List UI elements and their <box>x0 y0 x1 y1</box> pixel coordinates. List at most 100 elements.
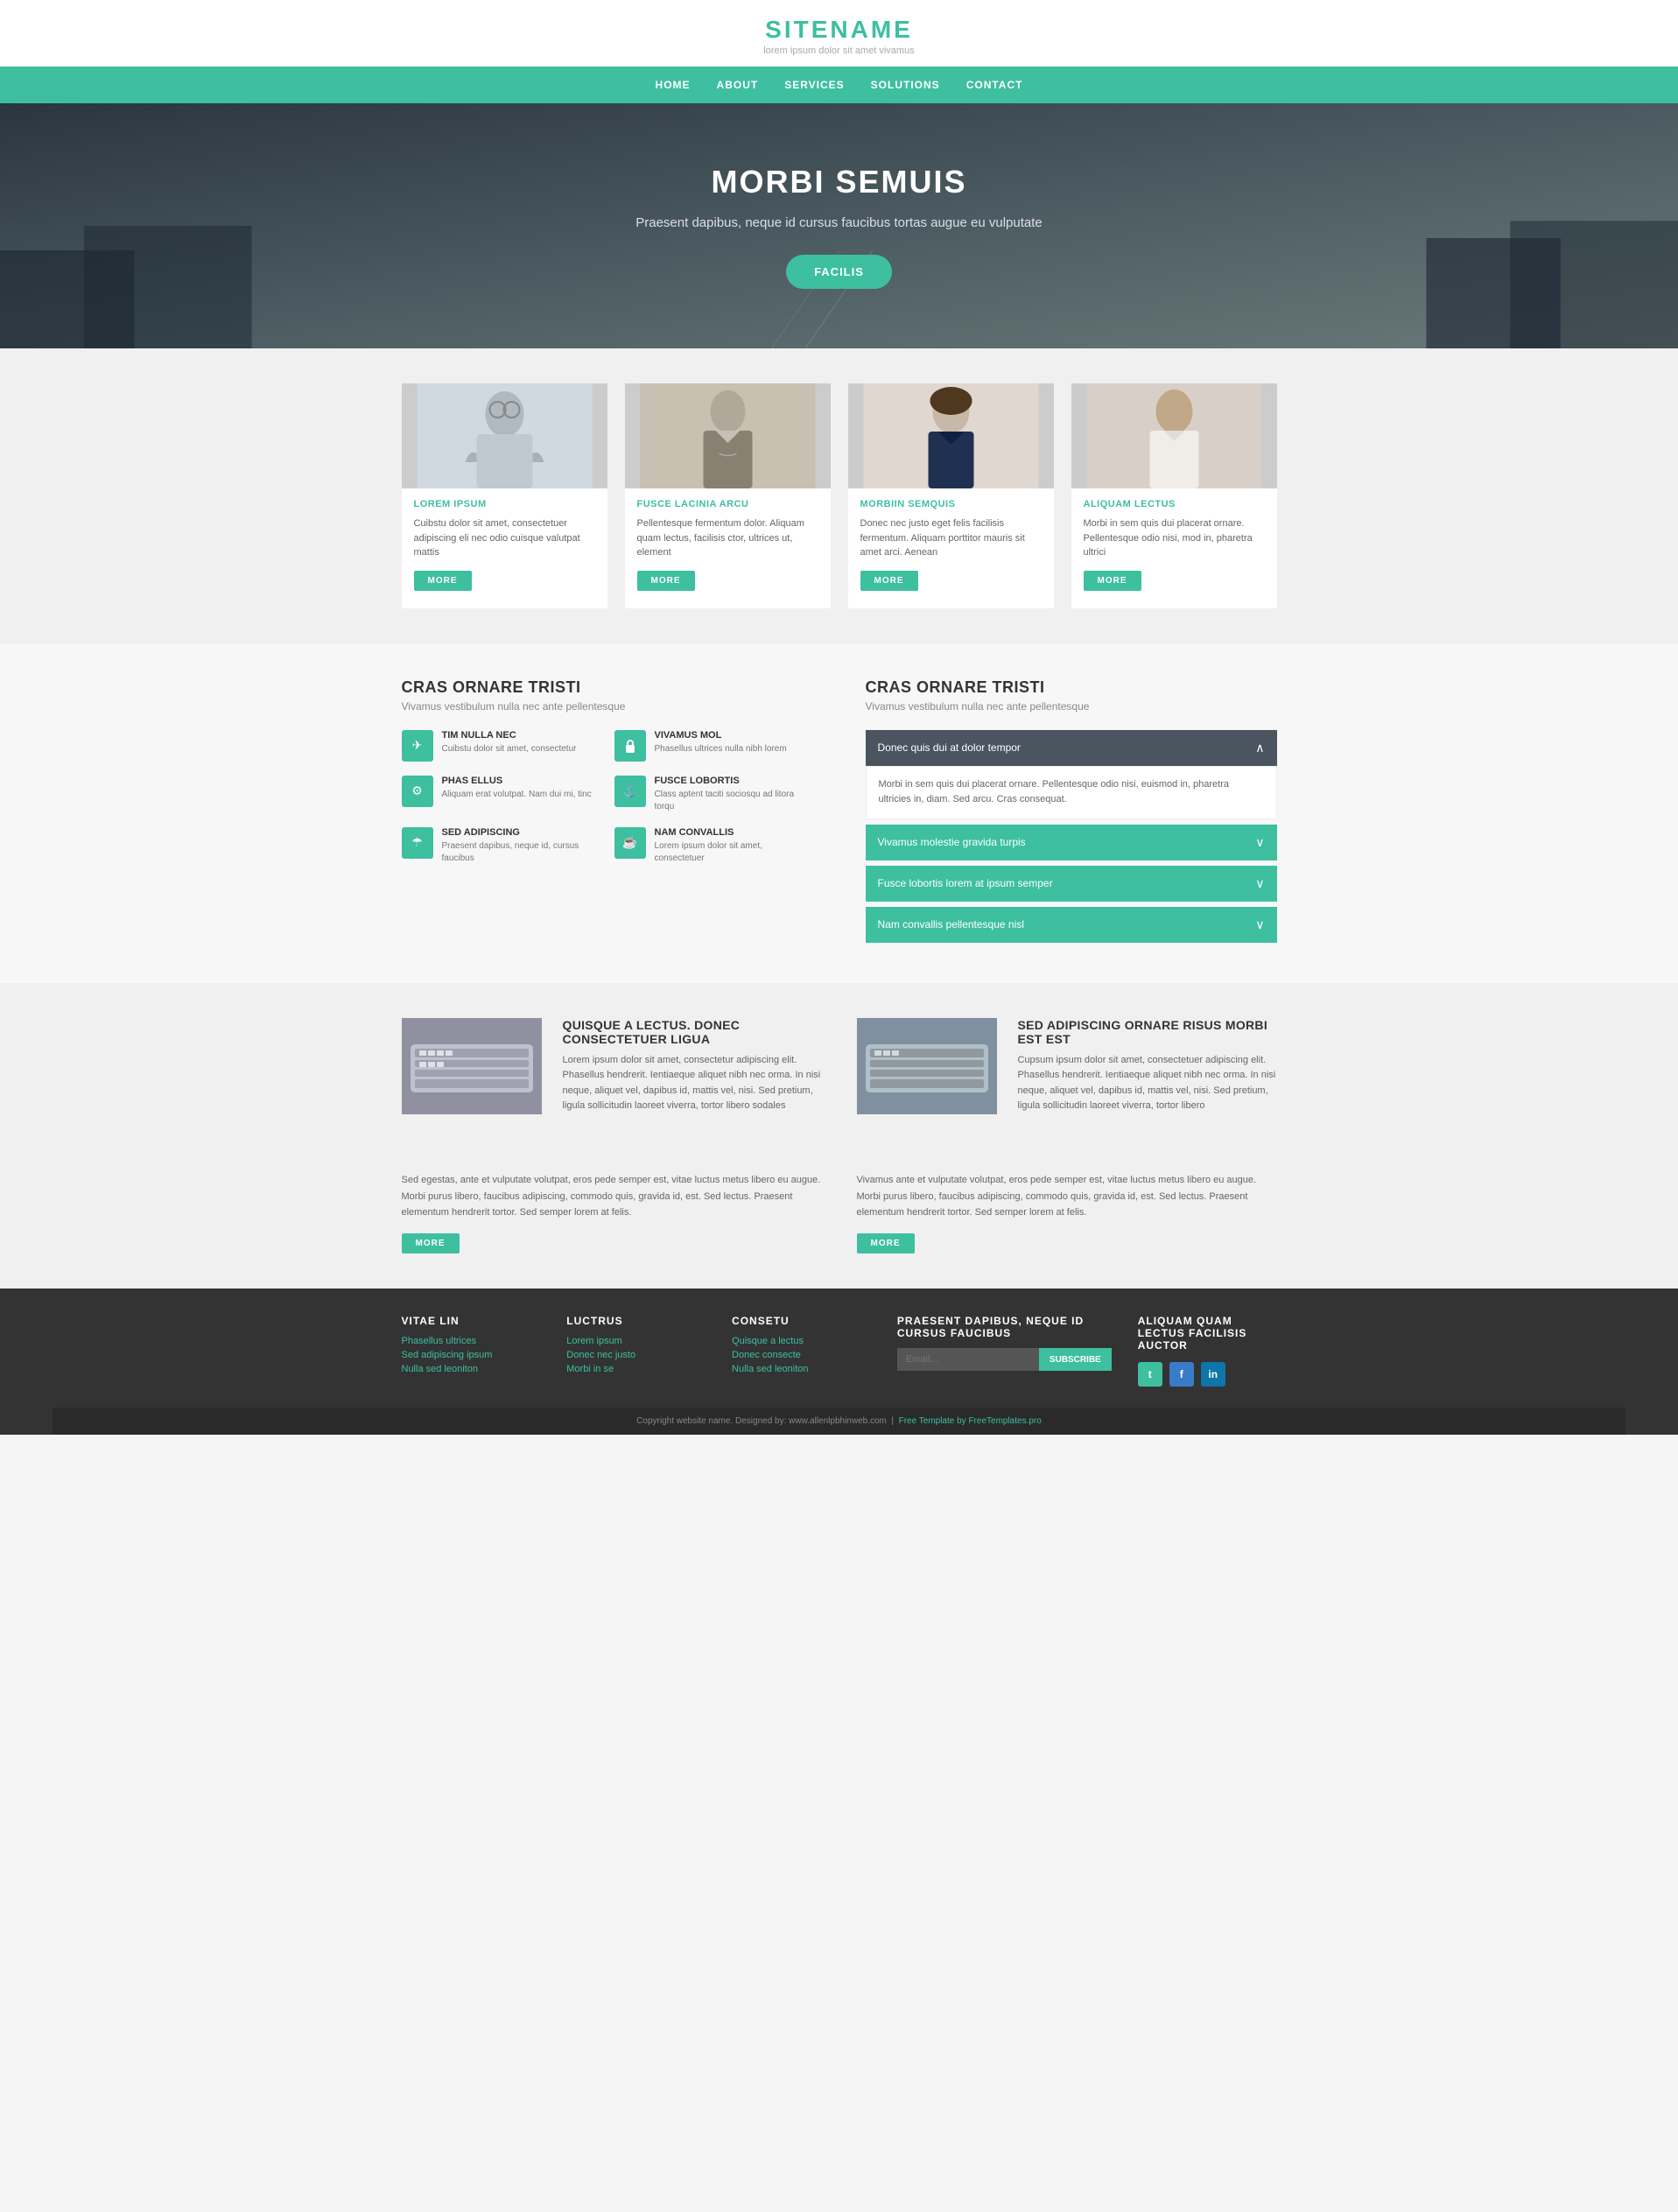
accordion-label-3: Fusce lobortis lorem at ipsum semper <box>878 877 1053 889</box>
linkedin-icon[interactable]: in <box>1201 1362 1225 1387</box>
footer-link-2-2[interactable]: Donec nec justo <box>566 1350 706 1360</box>
feature-text-4: FUSCE LOBORTIS Class aptent taciti socio… <box>655 776 813 813</box>
card-1: LOREM IPSUM Cuibstu dolor sit amet, cons… <box>402 383 607 608</box>
facebook-icon[interactable]: f <box>1169 1362 1194 1387</box>
card-text-4: Morbi in sem quis dui placerat ornare. P… <box>1084 516 1265 560</box>
card-more-btn-1[interactable]: MORE <box>414 571 472 591</box>
footer-col3-title: CONSETU <box>732 1315 871 1327</box>
feature-title-3: PHAS ELLUS <box>442 776 592 786</box>
feature-desc-3: Aliquam erat volutpat. Nam dui mi, tinc <box>442 789 592 801</box>
cards-section: LOREM IPSUM Cuibstu dolor sit amet, cons… <box>0 348 1678 643</box>
nav-about[interactable]: ABOUT <box>717 79 759 91</box>
card-2: FUSCE LACINIA ARCU Pellentesque fermentu… <box>625 383 831 608</box>
footer-inner: VITAE LIN Phasellus ultrices Sed adipisc… <box>402 1315 1277 1408</box>
body-text-left: Sed egestas, ante et vulputate volutpat,… <box>402 1172 822 1221</box>
nav-solutions[interactable]: SOLUTIONS <box>871 79 940 91</box>
footer-link-1-3[interactable]: Nulla sed leoniton <box>402 1364 541 1374</box>
content-desc-1: Lorem ipsum dolor sit amet, consectetur … <box>563 1053 822 1114</box>
footer-link-2-1[interactable]: Lorem ipsum <box>566 1336 706 1346</box>
footer-link-3-3[interactable]: Nulla sed leoniton <box>732 1364 871 1374</box>
chevron-down-icon-2: ∨ <box>1255 835 1264 850</box>
site-footer: VITAE LIN Phasellus ultrices Sed adipisc… <box>0 1289 1678 1435</box>
nav-home[interactable]: HOME <box>656 79 691 91</box>
footer-col-2: LUCTRUS Lorem ipsum Donec nec justo Morb… <box>566 1315 706 1387</box>
content-text-2: SED ADIPISCING ORNARE RISUS MORBI EST ES… <box>1018 1018 1277 1114</box>
accordion-header-3[interactable]: Fusce lobortis lorem at ipsum semper ∨ <box>866 866 1277 902</box>
feature-title-2: VIVAMUS MOL <box>655 730 787 741</box>
more-btn-right[interactable]: MORE <box>857 1233 915 1253</box>
card-more-btn-3[interactable]: MORE <box>860 571 918 591</box>
feature-icon-plane: ✈ <box>402 730 433 762</box>
feature-item-2: VIVAMUS MOL Phasellus ultrices nulla nib… <box>614 730 813 762</box>
copyright-text: Copyright website name. Designed by: www… <box>636 1416 887 1426</box>
footer-link-2-3[interactable]: Morbi in se <box>566 1364 706 1374</box>
card-title-4: ALIQUAM LECTUS <box>1084 499 1265 509</box>
main-nav: HOME ABOUT SERVICES SOLUTIONS CONTACT <box>0 67 1678 103</box>
features-right-heading: CRAS ORNARE TRISTI <box>866 678 1277 697</box>
content-text-1: QUISQUE A LECTUS. DONEC CONSECTETUER LIG… <box>563 1018 822 1114</box>
features-left-heading: CRAS ORNARE TRISTI <box>402 678 813 697</box>
footer-email-input[interactable] <box>897 1348 1039 1371</box>
footer-col-5: ALIQUAM QUAM LECTUS FACILISIS AUCTOR t f… <box>1138 1315 1277 1387</box>
cards-grid: LOREM IPSUM Cuibstu dolor sit amet, cons… <box>402 383 1277 608</box>
nav-contact[interactable]: CONTACT <box>966 79 1023 91</box>
more-btn-left[interactable]: MORE <box>402 1233 460 1253</box>
feature-text-6: NAM CONVALLIS Lorem ipsum dolor sit amet… <box>655 827 813 865</box>
feature-icon-lock <box>614 730 646 762</box>
card-body-4: ALIQUAM LECTUS Morbi in sem quis dui pla… <box>1071 488 1277 591</box>
social-icons: t f in <box>1138 1362 1277 1387</box>
card-text-3: Donec nec justo eget felis facilisis fer… <box>860 516 1042 560</box>
footer-bottom: Copyright website name. Designed by: www… <box>53 1408 1625 1435</box>
content-block-2: SED ADIPISCING ORNARE RISUS MORBI EST ES… <box>857 1018 1277 1114</box>
feature-item-3: ⚙ PHAS ELLUS Aliquam erat volutpat. Nam … <box>402 776 600 813</box>
card-image-3 <box>848 383 1054 488</box>
twitter-icon[interactable]: t <box>1138 1362 1162 1387</box>
chevron-down-icon-4: ∨ <box>1255 917 1264 932</box>
free-template-link[interactable]: Free Template by FreeTemplates.pro <box>899 1416 1042 1426</box>
card-text-2: Pellentesque fermentum dolor. Aliquam qu… <box>637 516 818 560</box>
content-section: QUISQUE A LECTUS. DONEC CONSECTETUER LIG… <box>0 983 1678 1289</box>
card-body-3: MORBIIN SEMQUIS Donec nec justo eget fel… <box>848 488 1054 591</box>
accordion-header-4[interactable]: Nam convallis pellentesque nisl ∨ <box>866 907 1277 943</box>
card-more-btn-4[interactable]: MORE <box>1084 571 1141 591</box>
body-text-right: Vivamus ante et vulputate volutpat, eros… <box>857 1172 1277 1221</box>
accordion-header-2[interactable]: Vivamus molestie gravida turpis ∨ <box>866 825 1277 860</box>
features-left: CRAS ORNARE TRISTI Vivamus vestibulum nu… <box>402 678 813 948</box>
feature-icon-coffee: ☕ <box>614 827 646 859</box>
footer-link-3-2[interactable]: Donec consecte <box>732 1350 871 1360</box>
subscribe-button[interactable]: SUBSCRIBE <box>1039 1348 1112 1371</box>
content-body-row: Sed egestas, ante et vulputate volutpat,… <box>402 1162 1277 1253</box>
feature-title-5: SED ADIPISCING <box>442 827 600 838</box>
accordion-header-active[interactable]: Donec quis dui at dolor tempor ∧ <box>866 730 1277 766</box>
hero-subtext: Praesent dapibus, neque id cursus faucib… <box>635 213 1042 234</box>
feature-text-5: SED ADIPISCING Praesent dapibus, neque i… <box>442 827 600 865</box>
card-title-3: MORBIIN SEMQUIS <box>860 499 1042 509</box>
hero-cta-button[interactable]: FACILIS <box>786 255 892 289</box>
card-body-2: FUSCE LACINIA ARCU Pellentesque fermentu… <box>625 488 831 591</box>
nav-services[interactable]: SERVICES <box>784 79 844 91</box>
accordion-item-4: Nam convallis pellentesque nisl ∨ <box>866 907 1277 943</box>
footer-link-1-1[interactable]: Phasellus ultrices <box>402 1336 541 1346</box>
card-more-btn-2[interactable]: MORE <box>637 571 695 591</box>
content-title-1: QUISQUE A LECTUS. DONEC CONSECTETUER LIG… <box>563 1018 822 1046</box>
feature-item-6: ☕ NAM CONVALLIS Lorem ipsum dolor sit am… <box>614 827 813 865</box>
accordion-active-label: Donec quis dui at dolor tempor <box>878 741 1021 754</box>
site-header: SITENAME lorem ipsum dolor sit amet viva… <box>0 0 1678 67</box>
footer-col-1: VITAE LIN Phasellus ultrices Sed adipisc… <box>402 1315 541 1387</box>
feature-item-1: ✈ TIM NULLA NEC Cuibstu dolor sit amet, … <box>402 730 600 762</box>
footer-col-4: PRAESENT DAPIBUS, NEQUE ID CURSUS FAUCIB… <box>897 1315 1112 1387</box>
accordion-item-active: Donec quis dui at dolor tempor ∧ Morbi i… <box>866 730 1277 819</box>
accordion-body-active: Morbi in sem quis dui placerat ornare. P… <box>866 766 1277 819</box>
chevron-down-icon-3: ∨ <box>1255 876 1264 891</box>
feature-desc-4: Class aptent taciti sociosqu ad litora t… <box>655 789 813 813</box>
feature-text-2: VIVAMUS MOL Phasellus ultrices nulla nib… <box>655 730 787 755</box>
feature-title-1: TIM NULLA NEC <box>442 730 577 741</box>
footer-subscribe-row: SUBSCRIBE <box>897 1348 1112 1371</box>
footer-link-3-1[interactable]: Quisque a lectus <box>732 1336 871 1346</box>
content-body-right: Vivamus ante et vulputate volutpat, eros… <box>857 1162 1277 1253</box>
footer-link-1-2[interactable]: Sed adipiscing ipsum <box>402 1350 541 1360</box>
features-right: CRAS ORNARE TRISTI Vivamus vestibulum nu… <box>866 678 1277 948</box>
feature-list: ✈ TIM NULLA NEC Cuibstu dolor sit amet, … <box>402 730 813 865</box>
feature-desc-1: Cuibstu dolor sit amet, consectetur <box>442 743 577 755</box>
accordion-label-4: Nam convallis pellentesque nisl <box>878 918 1024 930</box>
